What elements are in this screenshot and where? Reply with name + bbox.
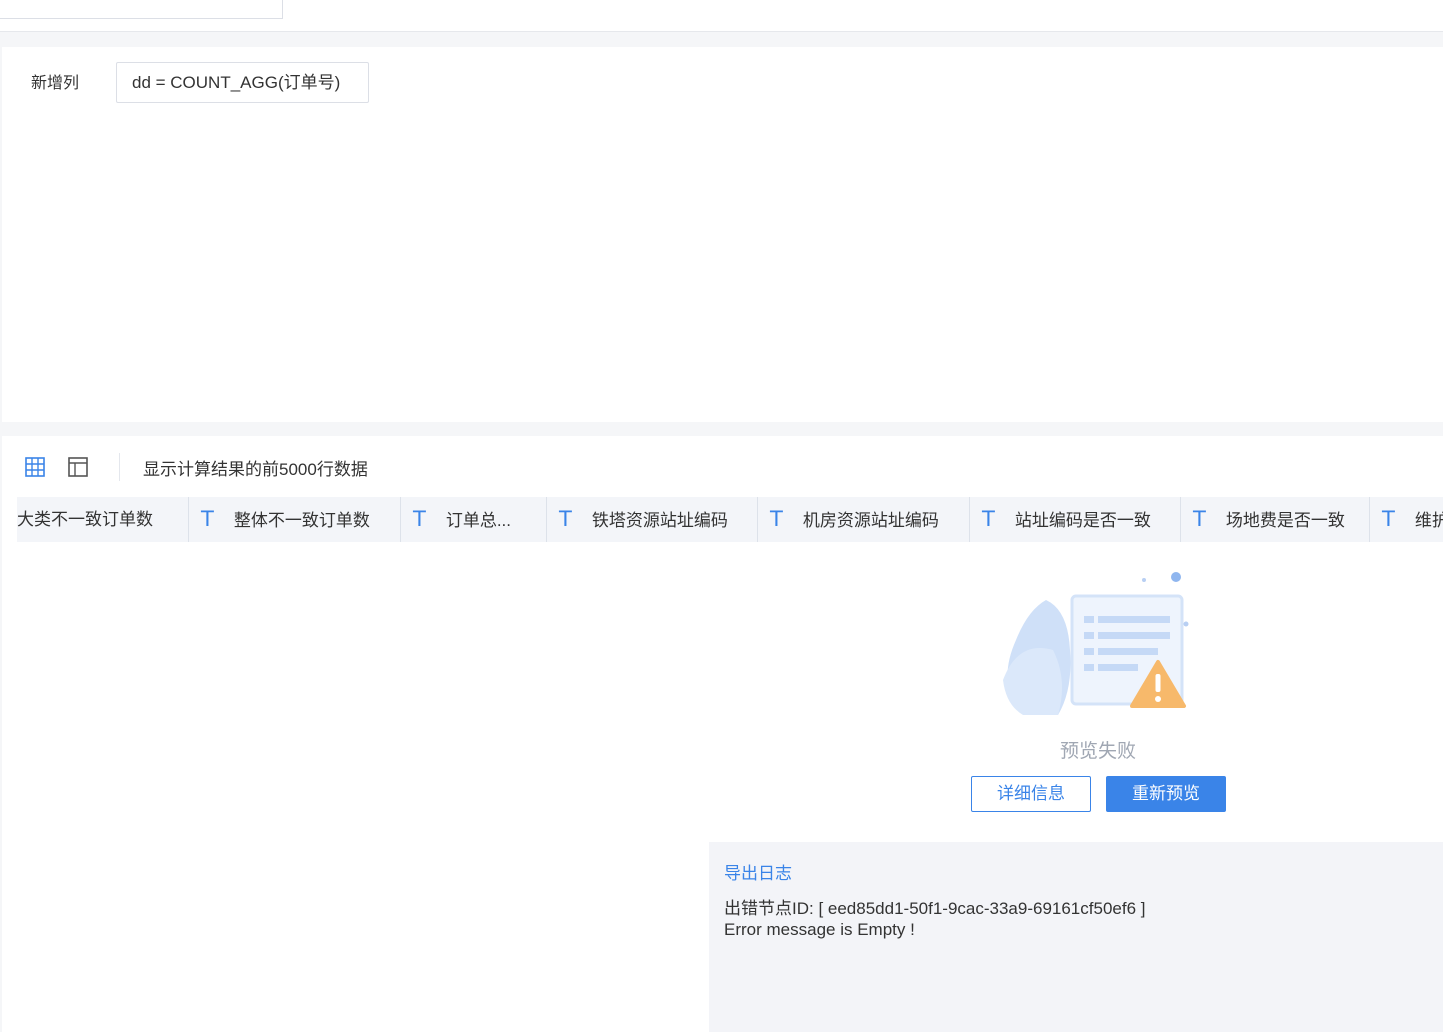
- error-node-id: 出错节点ID: [ eed85dd1-50f1-9cac-33a9-69161c…: [724, 899, 1146, 918]
- text-type-icon: T: [559, 507, 572, 531]
- config-panel: 新增列 dd = COUNT_AGG(订单号): [2, 47, 1443, 422]
- text-type-icon: T: [413, 507, 426, 531]
- column-label: 整体不一致订单数: [233, 511, 370, 530]
- text-type-icon: T: [982, 507, 995, 531]
- column-header-row: 大类不一致订单数 T 整体不一致订单数 T 订单总... T 铁塔资源站址编码 T 机房…: [17, 497, 1443, 542]
- column-header[interactable]: T 铁塔资源站址编码: [547, 497, 758, 542]
- column-label: 大类不一致订单数: [17, 510, 153, 529]
- column-header[interactable]: T 维护: [1370, 497, 1443, 542]
- text-type-icon: T: [1382, 507, 1395, 531]
- preview-toolbar: 显示计算结果的前5000行数据: [2, 436, 1443, 497]
- column-label: 订单总...: [445, 511, 511, 530]
- document-warning-illustration: [1003, 572, 1189, 715]
- column-header[interactable]: T 站址编码是否一致: [970, 497, 1181, 542]
- column-header[interactable]: T 场地费是否一致: [1181, 497, 1370, 542]
- text-type-icon: T: [1193, 507, 1206, 531]
- error-log-text: 出错节点ID: [ eed85dd1-50f1-9cac-33a9-69161c…: [724, 898, 1145, 940]
- column-label: 维护: [1414, 511, 1443, 530]
- formula-box[interactable]: dd = COUNT_AGG(订单号): [116, 62, 369, 103]
- column-label: 铁塔资源站址编码: [591, 511, 728, 530]
- column-label: 站址编码是否一致: [1014, 511, 1151, 530]
- grid-view-icon[interactable]: [24, 456, 46, 478]
- error-message: Error message is Empty !: [724, 920, 915, 939]
- retry-preview-button[interactable]: 重新预览: [1106, 776, 1226, 812]
- preview-failed-title: 预览失败: [1059, 741, 1137, 762]
- preview-info-text: 显示计算结果的前5000行数据: [143, 460, 368, 479]
- text-type-icon: T: [770, 507, 783, 531]
- error-log-panel: 导出日志 出错节点ID: [ eed85dd1-50f1-9cac-33a9-6…: [709, 842, 1443, 1032]
- top-strip: [0, 0, 1443, 32]
- column-label: 场地费是否一致: [1225, 511, 1345, 530]
- column-label: 机房资源站址编码: [802, 511, 939, 530]
- column-header[interactable]: T 机房资源站址编码: [758, 497, 970, 542]
- text-type-icon: T: [201, 507, 214, 531]
- column-header[interactable]: T 订单总...: [401, 497, 547, 542]
- panel-layout-icon[interactable]: [67, 456, 89, 478]
- new-column-label: 新增列: [31, 75, 80, 92]
- column-header[interactable]: 大类不一致订单数: [17, 497, 189, 542]
- export-log-link[interactable]: 导出日志: [724, 859, 792, 884]
- top-input-field[interactable]: [0, 0, 283, 19]
- column-header[interactable]: T 整体不一致订单数: [189, 497, 401, 542]
- toolbar-divider: [119, 453, 120, 481]
- detail-info-button[interactable]: 详细信息: [971, 776, 1091, 812]
